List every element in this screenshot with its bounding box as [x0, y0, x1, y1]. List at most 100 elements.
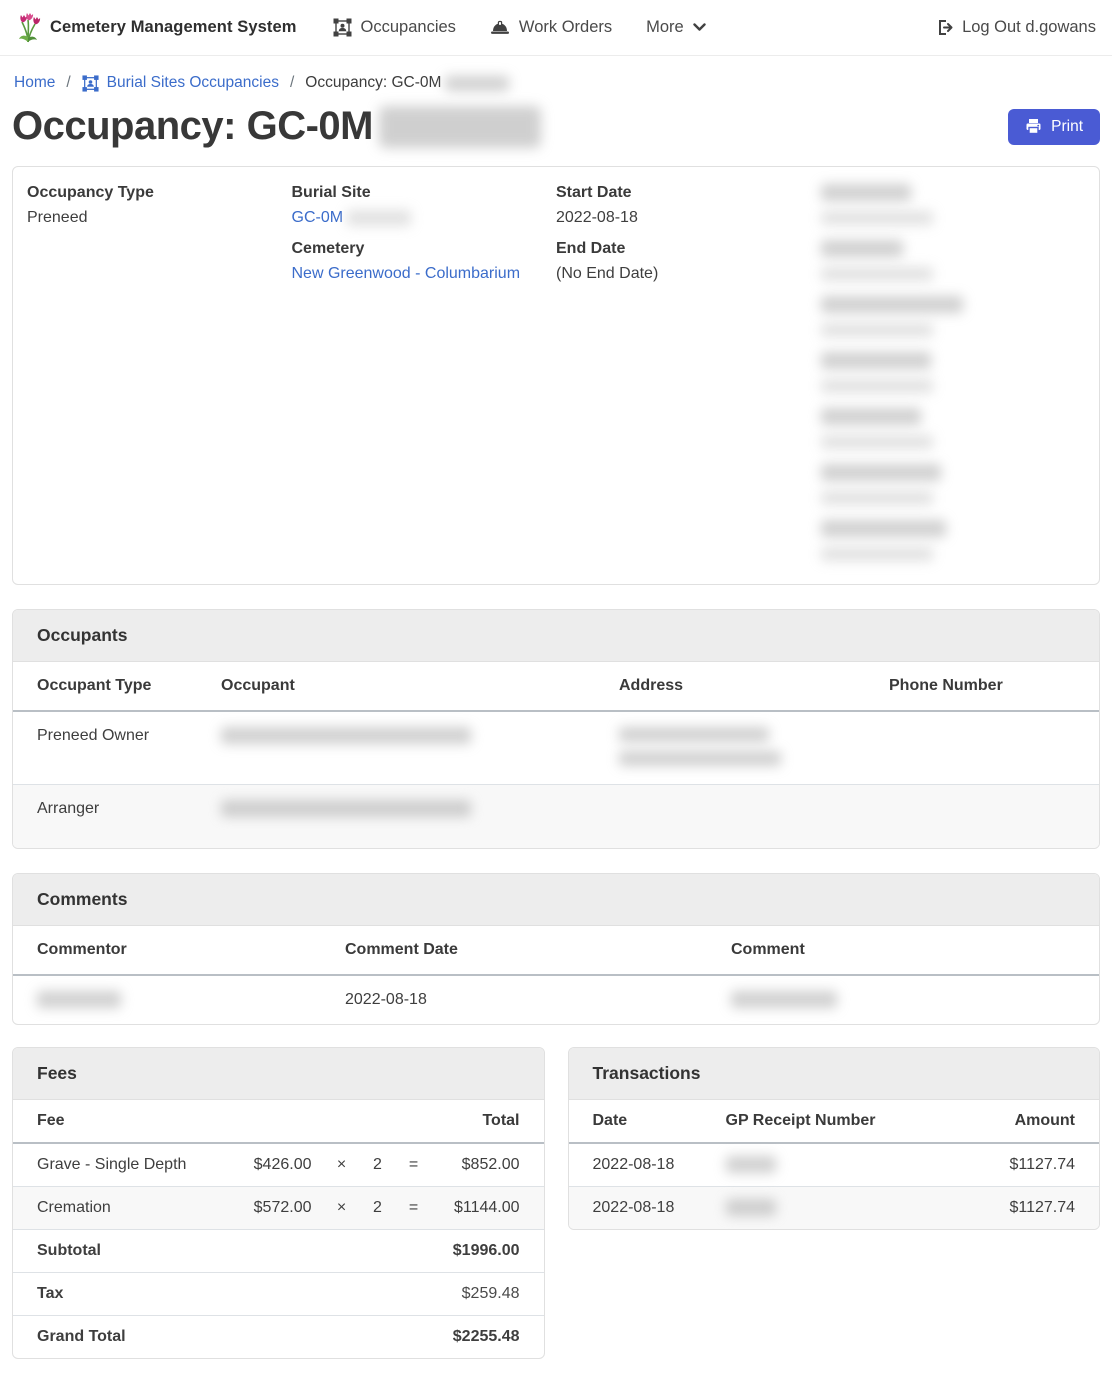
print-button[interactable]: Print	[1008, 109, 1100, 145]
nav-work-orders-label: Work Orders	[519, 18, 612, 37]
fee-times-sign: ×	[324, 1143, 360, 1187]
nav-more-label: More	[646, 18, 684, 37]
occupancies-icon	[333, 18, 352, 37]
brand: Cemetery Management System	[16, 13, 297, 43]
grand-total-value: $2255.48	[432, 1316, 544, 1359]
transaction-date-cell: 2022-08-18	[569, 1187, 714, 1230]
comments-card: Comments Commentor Comment Date Comment …	[12, 873, 1100, 1025]
col-amount: Amount	[969, 1100, 1099, 1143]
transaction-receipt-cell	[714, 1143, 970, 1187]
tulip-logo-icon	[16, 13, 41, 43]
fee-price-cell: $426.00	[228, 1143, 324, 1187]
breadcrumb-home-link[interactable]: Home	[14, 74, 55, 92]
chevron-down-icon	[693, 23, 706, 32]
nav-item-occupancies[interactable]: Occupancies	[333, 18, 456, 37]
redacted-address-line2	[619, 751, 781, 766]
col-occupant-type: Occupant Type	[13, 662, 209, 711]
print-label: Print	[1051, 118, 1083, 136]
occupant-name-cell	[209, 711, 607, 785]
col-date: Date	[569, 1100, 714, 1143]
redacted-breadcrumb-id	[445, 76, 509, 91]
occupancies-icon-blue	[82, 75, 99, 92]
col-comment: Comment	[719, 926, 1099, 975]
field-start-date: Start Date 2022-08-18	[556, 184, 821, 240]
details-col-2: Burial Site GC-0M Cemetery New Greenwood…	[292, 184, 557, 576]
redacted-receipt-number	[726, 1199, 776, 1216]
logout-button[interactable]: Log Out d.gowans	[936, 18, 1096, 37]
col-gp-receipt-number: GP Receipt Number	[714, 1100, 970, 1143]
fee-name-cell: Cremation	[13, 1187, 228, 1230]
nav-item-work-orders[interactable]: Work Orders	[490, 18, 612, 37]
col-occupant: Occupant	[209, 662, 607, 711]
page-header: Occupancy: GC-0M Print	[12, 104, 1100, 149]
breadcrumb-current: Occupancy: GC-0M	[305, 74, 509, 92]
start-date-value: 2022-08-18	[556, 209, 821, 227]
fee-total-cell: $852.00	[432, 1143, 544, 1187]
grand-total-label: Grand Total	[13, 1316, 432, 1359]
occupant-phone-cell	[877, 785, 1099, 849]
brand-title: Cemetery Management System	[50, 18, 297, 37]
redacted-receipt-number	[726, 1156, 776, 1173]
nav-item-more[interactable]: More	[646, 18, 706, 37]
nav-occupancies-label: Occupancies	[361, 18, 456, 37]
burial-site-link[interactable]: GC-0M	[292, 209, 344, 226]
fees-header-row: Fee Total	[13, 1100, 544, 1143]
commentor-cell	[13, 975, 333, 1024]
occupancy-details-card: Occupancy Type Preneed Burial Site GC-0M…	[12, 166, 1100, 585]
transactions-card: Transactions Date GP Receipt Number Amou…	[568, 1047, 1101, 1230]
fees-heading: Fees	[13, 1048, 544, 1100]
breadcrumb: Home / Burial Sites Occupancies / Occupa…	[0, 56, 1112, 92]
fees-card: Fees Fee Total Grave - Single Depth $426…	[12, 1047, 545, 1359]
redacted-burial-site-id	[347, 210, 411, 226]
occupant-address-cell	[607, 711, 877, 785]
redacted-occupant-name	[221, 800, 471, 817]
comments-header-row: Commentor Comment Date Comment	[13, 926, 1099, 975]
page-title: Occupancy: GC-0M	[12, 104, 541, 149]
redacted-field-4	[821, 352, 1086, 408]
grand-total-row: Grand Total $2255.48	[13, 1316, 544, 1359]
transaction-date-cell: 2022-08-18	[569, 1143, 714, 1187]
fee-equals-sign: =	[396, 1143, 432, 1187]
occupancy-type-label: Occupancy Type	[27, 184, 292, 202]
field-cemetery: Cemetery New Greenwood - Columbarium	[292, 240, 557, 296]
fee-total-cell: $1144.00	[432, 1187, 544, 1230]
redacted-field-5	[821, 408, 1086, 464]
occupants-heading: Occupants	[13, 610, 1099, 662]
tax-row: Tax $259.48	[13, 1273, 544, 1316]
transaction-row: 2022-08-18 $1127.74	[569, 1187, 1100, 1230]
occupant-address-cell	[607, 785, 877, 849]
comment-date-cell: 2022-08-18	[333, 975, 719, 1024]
tax-value: $259.48	[432, 1273, 544, 1316]
end-date-label: End Date	[556, 240, 821, 258]
hard-hat-icon	[490, 20, 510, 36]
breadcrumb-occupancies-label: Burial Sites Occupancies	[107, 74, 279, 92]
redacted-field-3	[821, 296, 1086, 352]
occupants-header-row: Occupant Type Occupant Address Phone Num…	[13, 662, 1099, 711]
details-col-4-redacted	[821, 184, 1086, 576]
occupant-row-arranger: Arranger	[13, 785, 1099, 849]
subtotal-row: Subtotal $1996.00	[13, 1230, 544, 1273]
col-commentor: Commentor	[13, 926, 333, 975]
fee-equals-sign: =	[396, 1187, 432, 1230]
breadcrumb-occupancies-link[interactable]: Burial Sites Occupancies	[82, 74, 279, 92]
logout-icon	[936, 19, 953, 36]
logout-label: Log Out d.gowans	[962, 18, 1096, 37]
occupant-row-preneed-owner: Preneed Owner	[13, 711, 1099, 785]
top-navbar: Cemetery Management System Occupancies W	[0, 0, 1112, 56]
fee-qty-cell: 2	[360, 1187, 396, 1230]
fees-table: Fee Total Grave - Single Depth $426.00 ×…	[13, 1100, 544, 1358]
redacted-field-2	[821, 240, 1086, 296]
redacted-field-7	[821, 520, 1086, 576]
tax-label: Tax	[13, 1273, 432, 1316]
cemetery-label: Cemetery	[292, 240, 557, 258]
redacted-title-id	[379, 106, 541, 148]
transaction-row: 2022-08-18 $1127.74	[569, 1143, 1100, 1187]
comments-heading: Comments	[13, 874, 1099, 926]
transaction-amount-cell: $1127.74	[969, 1187, 1099, 1230]
details-grid: Occupancy Type Preneed Burial Site GC-0M…	[13, 167, 1099, 584]
breadcrumb-separator: /	[66, 74, 70, 92]
transactions-header-row: Date GP Receipt Number Amount	[569, 1100, 1100, 1143]
transaction-amount-cell: $1127.74	[969, 1143, 1099, 1187]
comment-cell	[719, 975, 1099, 1024]
cemetery-link[interactable]: New Greenwood - Columbarium	[292, 265, 521, 282]
